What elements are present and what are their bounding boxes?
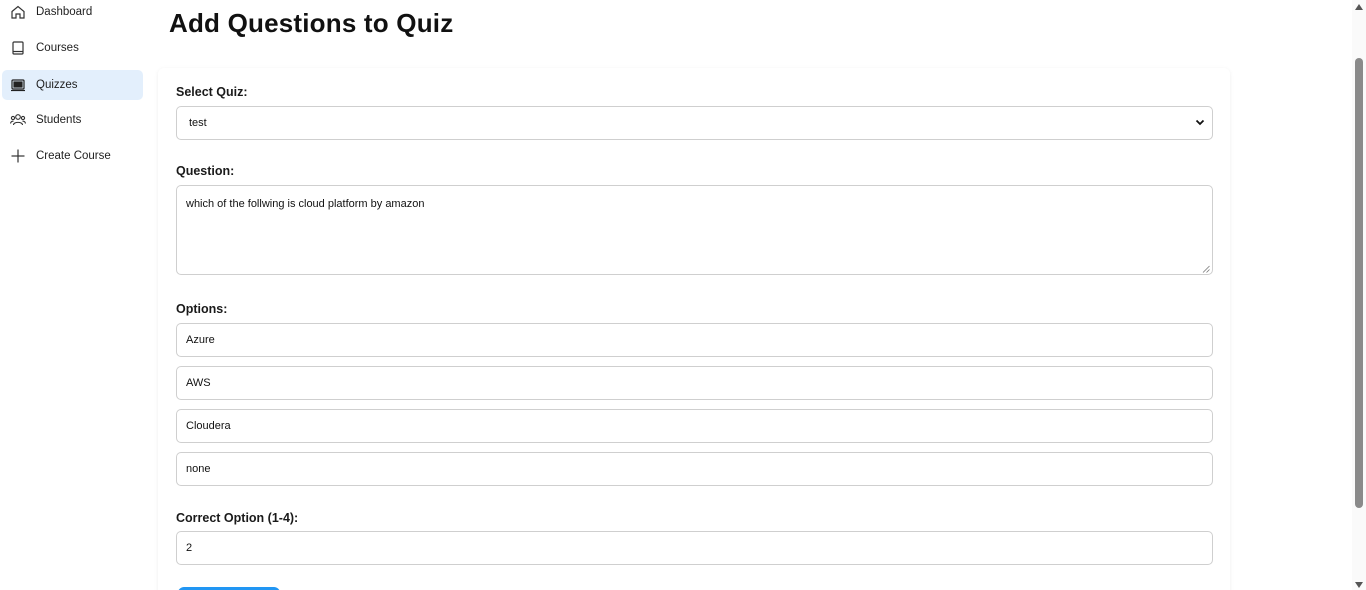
sidebar-item-dashboard[interactable]: Dashboard xyxy=(2,0,143,27)
page-scrollbar[interactable] xyxy=(1352,0,1366,590)
sidebar-item-quizzes[interactable]: Quizzes xyxy=(2,70,143,100)
sidebar-item-students[interactable]: Students xyxy=(2,105,143,135)
question-text: which of the follwing is cloud platform … xyxy=(186,198,425,210)
option-value: none xyxy=(186,463,211,475)
quiz-icon xyxy=(10,77,26,93)
quiz-select-value: test xyxy=(189,117,207,129)
scroll-down-arrow-icon[interactable] xyxy=(1355,582,1363,588)
sidebar: Dashboard Courses Quizzes Students Creat… xyxy=(0,0,150,590)
option-value: Azure xyxy=(186,334,215,346)
option-input-2[interactable]: AWS xyxy=(176,366,1213,400)
users-icon xyxy=(10,112,26,128)
correct-option-input[interactable]: 2 xyxy=(176,531,1213,565)
scroll-thumb[interactable] xyxy=(1355,58,1363,508)
sidebar-item-label: Dashboard xyxy=(36,6,93,18)
correct-option-value: 2 xyxy=(186,542,193,554)
options-label: Options: xyxy=(176,302,228,316)
option-input-4[interactable]: none xyxy=(176,452,1213,486)
book-icon xyxy=(10,40,26,56)
question-label: Question: xyxy=(176,164,235,178)
plus-icon xyxy=(10,148,26,164)
option-input-3[interactable]: Cloudera xyxy=(176,409,1213,443)
correct-option-label: Correct Option (1-4): xyxy=(176,511,299,525)
scroll-up-arrow-icon[interactable] xyxy=(1355,4,1363,10)
sidebar-item-label: Students xyxy=(36,114,82,126)
resize-handle-icon[interactable] xyxy=(1202,264,1210,273)
option-value: AWS xyxy=(186,377,211,389)
sidebar-item-label: Quizzes xyxy=(36,79,78,91)
page-title: Add Questions to Quiz xyxy=(169,8,454,38)
option-value: Cloudera xyxy=(186,420,231,432)
sidebar-item-courses[interactable]: Courses xyxy=(2,33,143,63)
sidebar-item-create-course[interactable]: Create Course xyxy=(2,141,143,171)
option-input-1[interactable]: Azure xyxy=(176,323,1213,357)
sidebar-item-label: Courses xyxy=(36,42,79,54)
question-textarea[interactable]: which of the follwing is cloud platform … xyxy=(176,185,1213,275)
sidebar-item-label: Create Course xyxy=(36,150,111,162)
home-icon xyxy=(10,4,26,20)
chevron-down-icon xyxy=(1194,116,1206,131)
quiz-select[interactable]: test xyxy=(176,106,1213,140)
select-quiz-label: Select Quiz: xyxy=(176,85,248,99)
